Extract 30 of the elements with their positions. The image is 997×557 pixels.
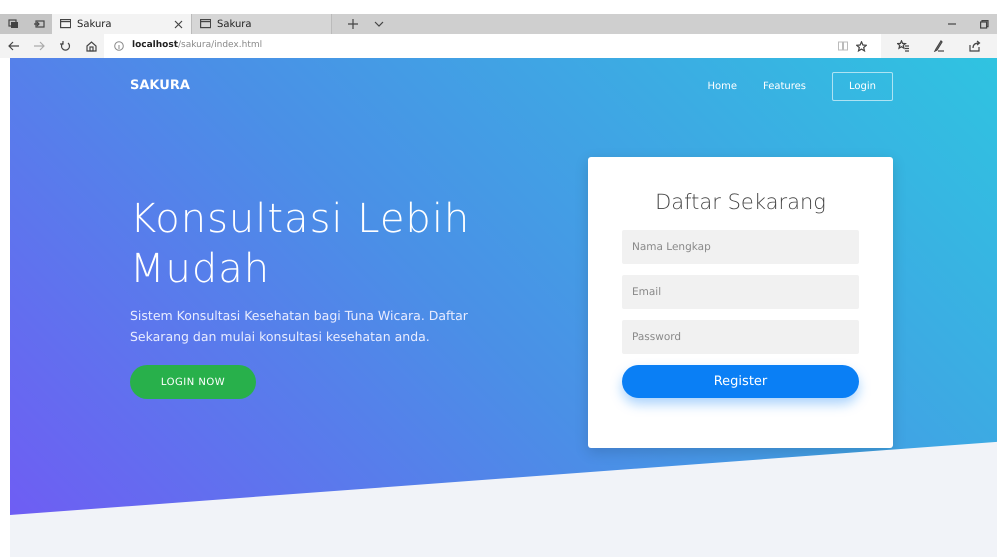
- refresh-icon[interactable]: [60, 40, 70, 52]
- brand-logo[interactable]: SAKURA: [130, 76, 190, 96]
- nav-link[interactable]: Home: [707, 78, 738, 94]
- nav-link[interactable]: Features: [763, 78, 806, 94]
- favorites-icon[interactable]: [897, 40, 909, 52]
- share-icon[interactable]: [969, 40, 981, 52]
- input-field[interactable]: Password: [622, 320, 859, 354]
- back-icon[interactable]: [8, 40, 18, 52]
- home-icon[interactable]: [86, 40, 96, 52]
- close-icon[interactable]: [174, 20, 183, 28]
- login-now-button[interactable]: LOGIN NOW: [130, 365, 256, 400]
- chevron-down-icon[interactable]: [374, 20, 384, 28]
- hero-subtitle: Sistem Konsultasi Kesehatan bagi Tuna Wicara. Daftar Sekarang dan mulai konsultasi kesehatan anda.: [130, 307, 469, 346]
- pen-icon[interactable]: [933, 40, 945, 52]
- form-title: Daftar Sekarang: [654, 190, 827, 216]
- browser-tab[interactable]: Sakura: [52, 14, 192, 34]
- window-icon: [200, 19, 211, 29]
- input-field[interactable]: Nama Lengkap: [622, 230, 859, 264]
- star-icon[interactable]: [856, 40, 867, 52]
- login-button[interactable]: Login: [832, 72, 893, 100]
- address-bar[interactable]: localhost/sakura/index.html: [104, 34, 881, 58]
- register-button[interactable]: Register: [622, 365, 859, 398]
- browser-tab[interactable]: Sakura: [192, 14, 332, 34]
- restore-icon[interactable]: [980, 20, 989, 28]
- url-text: localhost/sakura/index.html: [132, 39, 262, 52]
- new-tab-icon[interactable]: [348, 19, 358, 29]
- info-icon: [114, 41, 124, 51]
- hero-title: Konsultasi Lebih Mudah: [130, 195, 472, 294]
- input-field[interactable]: Email: [622, 275, 859, 310]
- window-icon: [60, 19, 71, 29]
